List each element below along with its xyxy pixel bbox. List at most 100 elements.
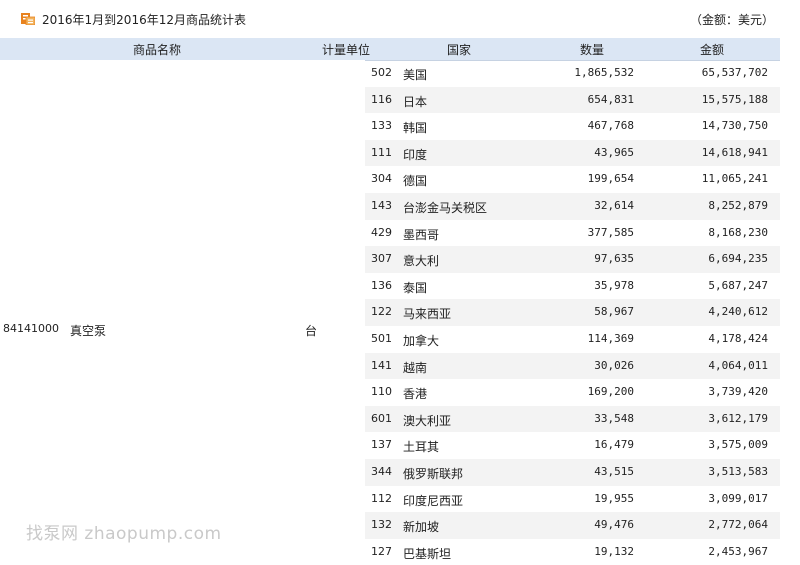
table-row: 141 越南 30,026 4,064,011 — [365, 352, 780, 380]
country-code: 132 — [371, 518, 392, 532]
country-name: 泰国 — [403, 280, 428, 295]
quantity-cell: 30,026 — [594, 358, 634, 372]
table-row: 137 土耳其 16,479 3,575,009 — [365, 432, 780, 459]
amount-cell: 3,099,017 — [708, 491, 768, 505]
country-name: 美国 — [403, 68, 428, 82]
country-code: 501 — [371, 332, 392, 345]
amount-cell: 65,537,702 — [701, 66, 768, 79]
quantity-cell: 114,369 — [587, 332, 634, 345]
country-name: 越南 — [403, 360, 428, 375]
quantity-cell: 43,965 — [594, 145, 634, 159]
country-code: 133 — [371, 119, 392, 133]
country-name: 印度 — [403, 147, 428, 162]
country-name: 马来西亚 — [403, 307, 452, 322]
header-country: 国家 — [447, 43, 472, 57]
country-name: 香港 — [403, 387, 428, 402]
table-row: 344 俄罗斯联邦 43,515 3,513,583 — [365, 459, 780, 486]
country-code: 136 — [371, 278, 392, 292]
table-row: 132 新加坡 49,476 2,772,064 — [365, 512, 780, 539]
quantity-cell: 32,614 — [594, 199, 634, 212]
header-quantity: 数量 — [580, 43, 605, 57]
table-row: 127 巴基斯坦 19,132 2,453,967 — [365, 539, 780, 565]
table-row: 136 泰国 35,978 5,687,247 — [365, 273, 780, 300]
product-code: 84141000 — [3, 322, 59, 335]
amount-cell: 15,575,188 — [701, 92, 768, 106]
country-code: 122 — [371, 305, 392, 319]
country-name: 巴基斯坦 — [403, 546, 452, 561]
table-row: 110 香港 169,200 3,739,420 — [365, 379, 780, 406]
watermark: 找泵网 zhaopump.com — [26, 524, 222, 544]
country-name: 印度尼西亚 — [403, 493, 464, 508]
quantity-cell: 97,635 — [594, 252, 634, 266]
amount-cell: 5,687,247 — [708, 278, 768, 292]
page-edge — [780, 38, 800, 560]
country-code: 502 — [371, 66, 392, 79]
country-name: 土耳其 — [403, 440, 440, 455]
amount-cell: 3,513,583 — [708, 465, 768, 478]
amount-cell: 2,453,967 — [708, 544, 768, 558]
quantity-cell: 49,476 — [594, 518, 634, 532]
country-name: 日本 — [403, 94, 428, 109]
country-code: 601 — [371, 411, 392, 425]
table-row: 116 日本 654,831 15,575,188 — [365, 86, 780, 114]
country-code: 304 — [371, 172, 392, 186]
country-code: 143 — [371, 199, 392, 212]
table-row: 304 德国 199,654 11,065,241 — [365, 166, 780, 193]
table-row: 502 美国 1,865,532 65,537,702 — [365, 60, 780, 87]
country-code: 112 — [371, 491, 392, 505]
quantity-cell: 33,548 — [594, 411, 634, 425]
amount-cell: 3,575,009 — [708, 438, 768, 452]
table-row: 501 加拿大 114,369 4,178,424 — [365, 326, 780, 353]
page-title: 2016年1月到2016年12月商品统计表 — [42, 13, 246, 27]
unit-note: （金额：美元） — [689, 13, 774, 27]
country-code: 344 — [371, 465, 392, 478]
country-code: 429 — [371, 225, 392, 239]
amount-cell: 6,694,235 — [708, 252, 768, 266]
country-name: 意大利 — [403, 254, 440, 269]
amount-cell: 4,064,011 — [708, 358, 768, 372]
table-row: 143 台澎金马关税区 32,614 8,252,879 — [365, 193, 780, 220]
amount-cell: 3,612,179 — [708, 411, 768, 425]
country-name: 德国 — [403, 174, 428, 189]
quantity-cell: 19,132 — [594, 544, 634, 558]
table-icon — [21, 13, 35, 25]
country-name: 韩国 — [403, 121, 428, 136]
header-product-name: 商品名称 — [133, 43, 182, 57]
product-unit: 台 — [305, 324, 318, 338]
country-code: 116 — [371, 92, 392, 106]
product-cell: 84141000 真空泵 台 — [0, 60, 365, 560]
country-name: 澳大利亚 — [403, 413, 452, 428]
amount-cell: 4,178,424 — [708, 332, 768, 345]
quantity-cell: 1,865,532 — [574, 66, 634, 79]
country-name: 新加坡 — [403, 520, 440, 535]
country-code: 111 — [371, 145, 392, 159]
quantity-cell: 169,200 — [587, 385, 634, 399]
amount-cell: 3,739,420 — [708, 385, 768, 399]
table-row: 601 澳大利亚 33,548 3,612,179 — [365, 405, 780, 433]
table-row: 112 印度尼西亚 19,955 3,099,017 — [365, 486, 780, 513]
quantity-cell: 199,654 — [587, 172, 634, 186]
country-code: 307 — [371, 252, 392, 266]
product-name: 真空泵 — [70, 324, 107, 338]
amount-cell: 8,168,230 — [708, 225, 768, 239]
country-name: 加拿大 — [403, 334, 440, 348]
country-code: 110 — [371, 385, 392, 399]
amount-cell: 14,618,941 — [701, 145, 768, 159]
quantity-cell: 35,978 — [594, 278, 634, 292]
amount-cell: 14,730,750 — [701, 119, 768, 133]
table-row: 429 墨西哥 377,585 8,168,230 — [365, 220, 780, 247]
country-name: 墨西哥 — [403, 227, 440, 242]
table-row: 111 印度 43,965 14,618,941 — [365, 139, 780, 167]
quantity-cell: 58,967 — [594, 305, 634, 319]
table-header: 商品名称 计量单位 国家 数量 金额 — [0, 38, 780, 61]
quantity-cell: 16,479 — [594, 438, 634, 452]
table-row: 122 马来西亚 58,967 4,240,612 — [365, 299, 780, 326]
quantity-cell: 43,515 — [594, 465, 634, 478]
header-unit: 计量单位 — [322, 43, 371, 57]
amount-cell: 2,772,064 — [708, 518, 768, 532]
country-code: 141 — [371, 358, 392, 372]
title-bar: 2016年1月到2016年12月商品统计表 （金额：美元） — [0, 0, 800, 39]
country-name: 台澎金马关税区 — [403, 201, 488, 215]
amount-cell: 4,240,612 — [708, 305, 768, 319]
quantity-cell: 467,768 — [587, 119, 634, 133]
